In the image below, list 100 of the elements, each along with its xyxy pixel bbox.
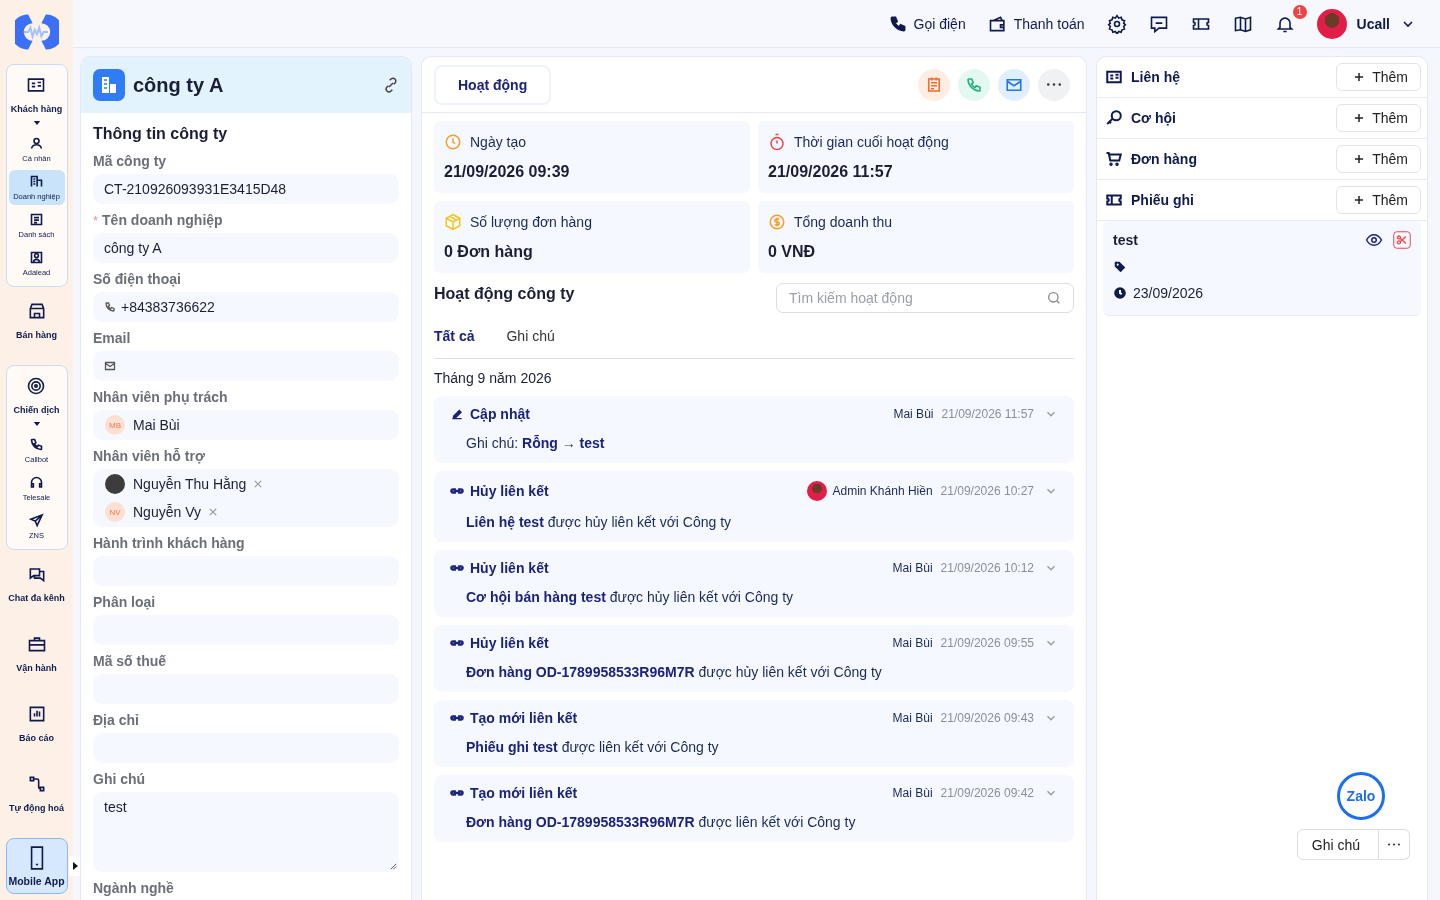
more-button[interactable]: [1038, 68, 1070, 101]
stat-label: Tổng doanh thu: [794, 214, 893, 230]
phone-field[interactable]: +84383736622: [93, 292, 399, 322]
send-icon: [29, 513, 44, 528]
nav-item[interactable]: Chiến dịch: [11, 372, 62, 419]
target-icon: [26, 376, 47, 396]
activity-text: Phiếu ghi test được liên kết với Công ty: [465, 739, 720, 755]
phone-icon: [965, 75, 983, 94]
nav-item[interactable]: Khách hàng: [8, 71, 65, 118]
stat-value: 21/09/2026 09:39: [444, 163, 571, 181]
company-title: công ty A: [133, 73, 225, 97]
timer-icon: [768, 133, 786, 151]
field-label: Địa chỉ: [93, 712, 139, 728]
add-button[interactable]: Thêm: [1336, 186, 1421, 214]
field-label: Số điện thoại: [93, 271, 181, 287]
avatar[interactable]: [1316, 8, 1347, 39]
email-button[interactable]: [998, 68, 1030, 101]
toolbar-button[interactable]: Gọi điện: [887, 13, 966, 34]
field-label: Phân loại: [93, 594, 156, 610]
activity-text: Ghi chú: Rỗng → test: [465, 435, 606, 451]
caret-icon[interactable]: [32, 121, 41, 126]
briefcase-icon: [26, 634, 47, 654]
search-field[interactable]: Tìm kiếm hoạt động: [776, 283, 1074, 313]
user-name: Mai Bùi: [892, 711, 933, 725]
add-button[interactable]: Thêm: [1336, 104, 1421, 132]
note-title: test: [1113, 232, 1139, 248]
search-icon[interactable]: [1046, 290, 1062, 306]
activity-title: Hủy liên kết: [470, 635, 549, 651]
activity-text: Liên hệ test được hủy liên kết với Công ty: [465, 514, 733, 530]
people-field[interactable]: MB Mai Bùi: [93, 410, 399, 440]
note-card[interactable]: test 23/09/2026: [1103, 221, 1421, 316]
input-field[interactable]: CT-210926093931E3415D48: [93, 174, 399, 204]
caret-icon[interactable]: [32, 422, 41, 427]
field-label: Email: [93, 330, 131, 346]
portrait-icon: [29, 250, 44, 265]
close-icon[interactable]: [208, 508, 217, 516]
required-mark: *: [93, 212, 99, 228]
user-name: Admin Khánh Hiền: [832, 484, 933, 498]
clock-icon: [1113, 286, 1127, 300]
note-button[interactable]: Ghi chú: [1296, 829, 1379, 860]
activity-card[interactable]: Cập nhật Mai Bùi 21/09/2026 11:57 Ghi chú: Rỗng → test: [434, 396, 1074, 463]
people-field[interactable]: Nguyễn Thu Hằng NV Nguyễn Vy: [93, 469, 399, 527]
field-label: Ghi chú: [93, 771, 146, 787]
box-icon: [444, 213, 462, 231]
toolbar-button[interactable]: Thanh toán: [987, 13, 1085, 34]
nav-item[interactable]: Tự động hoá: [3, 768, 70, 830]
user-name: Mai Bùi: [892, 561, 933, 575]
settings-icon[interactable]: [1106, 13, 1127, 34]
note-icon: [925, 75, 943, 94]
timestamp: 21/09/2026 09:55: [940, 636, 1034, 650]
mobile-app-card[interactable]: Mobile App: [5, 838, 68, 894]
input-field[interactable]: công ty A: [93, 233, 399, 263]
email-field[interactable]: [93, 351, 399, 381]
activity-tab[interactable]: Hoạt động: [434, 64, 552, 105]
nav-item[interactable]: Vận hành: [3, 628, 70, 690]
close-icon[interactable]: [254, 480, 263, 488]
filter-tab[interactable]: Ghi chú: [506, 328, 555, 344]
expand-icon[interactable]: [68, 856, 81, 876]
activity-card[interactable]: Tạo mới liên kết Mai Bùi 21/09/2026 09:42 Đơn hàng OD-1789958533R96M7R được liên kết với Công ty: [434, 775, 1074, 842]
field-label: Mã số thuế: [93, 653, 167, 669]
note-button[interactable]: [918, 68, 950, 101]
stat-value: 21/09/2026 11:57: [768, 163, 894, 181]
activity-card[interactable]: Hủy liên kết Admin Khánh Hiền 21/09/2026 10:27 Liên hệ test được hủy liên kết với Công ty: [434, 471, 1074, 542]
month-heading: Tháng 9 năm 2026: [434, 370, 553, 386]
notification-badge: 1: [1292, 4, 1307, 19]
text-area[interactable]: test: [93, 792, 399, 872]
activity-text: Đơn hàng OD-1789958533R96M7R được hủy liên kết với Công ty: [465, 664, 883, 680]
activity-title: Hủy liên kết: [470, 483, 549, 499]
phone-icon: [104, 301, 116, 313]
person-icon: [29, 136, 44, 151]
eye-icon[interactable]: [1365, 231, 1383, 249]
unlink-icon[interactable]: [1393, 231, 1411, 249]
link-icon[interactable]: [383, 77, 399, 93]
timestamp: 21/09/2026 09:43: [940, 711, 1034, 725]
cart-icon: [1105, 150, 1123, 168]
avatar: [806, 481, 827, 501]
person-name: Nguyễn Vy: [133, 504, 201, 520]
activity-card[interactable]: Hủy liên kết Mai Bùi 21/09/2026 09:55 Đơn hàng OD-1789958533R96M7R được hủy liên kết với Công ty: [434, 625, 1074, 692]
nav-item[interactable]: Chat đa kênh: [3, 558, 70, 620]
activity-card[interactable]: Hủy liên kết Mai Bùi 21/09/2026 10:12 Cơ hội bán hàng test được hủy liên kết với Công ty: [434, 550, 1074, 617]
timestamp: 21/09/2026 10:12: [940, 561, 1034, 575]
list-icon: [29, 212, 44, 227]
field-label: Mã công ty: [93, 153, 167, 169]
resize-handle-icon[interactable]: [390, 863, 397, 870]
filter-tab[interactable]: Tất cả: [434, 328, 475, 344]
stat-label: Số lượng đơn hàng: [470, 214, 592, 230]
building-icon: [93, 69, 125, 101]
activity-card[interactable]: Tạo mới liên kết Mai Bùi 21/09/2026 09:43 Phiếu ghi test được liên kết với Công ty: [434, 700, 1074, 767]
add-button[interactable]: Thêm: [1336, 63, 1421, 91]
user-name: Mai Bùi: [892, 786, 933, 800]
add-button[interactable]: Thêm: [1336, 145, 1421, 173]
user-name[interactable]: Ucall: [1356, 15, 1390, 32]
activity-title: Cập nhật: [470, 406, 530, 422]
mail-icon: [104, 360, 116, 372]
pencil-icon: [450, 407, 464, 421]
call-button[interactable]: [958, 68, 990, 101]
nav-item[interactable]: Bán hàng: [3, 295, 70, 357]
more-icon: [1388, 843, 1400, 846]
nav-item[interactable]: Báo cáo: [3, 698, 70, 760]
section-title: Hoạt động công ty: [434, 285, 575, 303]
